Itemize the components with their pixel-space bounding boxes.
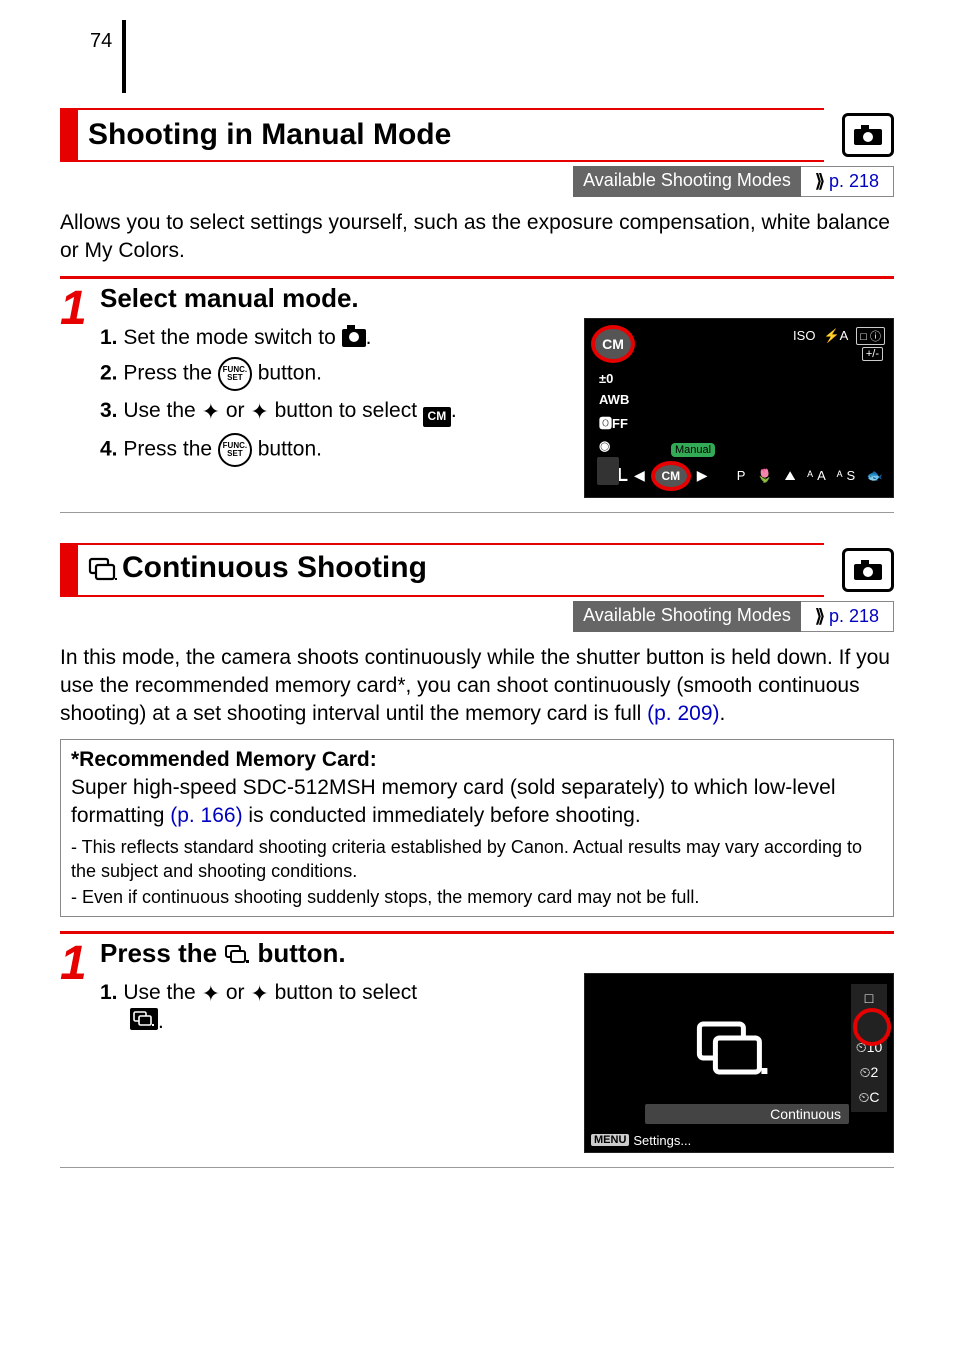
lcd-disp-icon: □ ⓘ (856, 327, 885, 345)
page-ref-link[interactable]: (p. 166) (170, 804, 242, 827)
lcd-om-row-highlight: CM (651, 461, 691, 491)
arrow-right-icon: ✦ (250, 399, 268, 424)
section2-intro: In this mode, the camera shoots continuo… (60, 644, 894, 729)
lcd-preview-continuous: □ ⏲10 ⏲2 ⏲C Continuous MENU Settings... (584, 973, 894, 1153)
available-modes-link[interactable]: ⟫ p. 218 (801, 166, 894, 197)
lcd-iso-icon: ISO (793, 328, 815, 343)
continuous-icon (88, 555, 118, 589)
lcd-om-highlight: CM (591, 325, 635, 363)
section-heading: Continuous Shooting (60, 543, 824, 597)
lcd-continuous-label: Continuous (645, 1104, 849, 1124)
lcd-metering-icon: ◉ (599, 438, 629, 454)
lcd-continuous-highlight (853, 1008, 891, 1046)
lcd-timerC-icon: ⏲C (858, 1089, 879, 1106)
recommended-card-box: *Recommended Memory Card: Super high-spe… (60, 739, 894, 917)
lcd-continuous-large-icon (693, 1018, 769, 1079)
lcd-awb-icon: AWB (599, 392, 629, 407)
available-modes-link[interactable]: ⟫ p. 218 (801, 601, 894, 632)
step-number: 1 (60, 938, 100, 988)
continuous-icon (224, 944, 250, 964)
lcd-manual-tooltip: Manual (671, 443, 715, 457)
lcd-preview-manual: CM ISO ⚡A □ ⓘ +/- ±0 AWB 🅾FF ◉ (584, 318, 894, 498)
om-mode-icon: CM (423, 407, 451, 427)
lcd-timer2-icon: ⏲2 (860, 1064, 879, 1081)
step-line-3: 3. Use the ✦ or ✦ button to select CM. (100, 397, 572, 427)
step1-title: Select manual mode. (100, 283, 359, 314)
lcd-drive-menu-column: □ ⏲10 ⏲2 ⏲C (851, 984, 887, 1112)
section2-title: Continuous Shooting (78, 551, 427, 589)
continuous-icon (130, 1008, 158, 1030)
step-number: 1 (60, 283, 100, 333)
section-heading: Shooting in Manual Mode (60, 108, 824, 162)
heading-accent (60, 110, 78, 160)
step-line-1: 1. Set the mode switch to . (100, 324, 572, 351)
lcd-off-icon: 🅾FF (599, 413, 629, 432)
footnote-2: - Even if continuous shooting suddenly s… (71, 885, 883, 909)
menu-pill-icon: MENU (591, 1134, 629, 1146)
func-set-button-icon: FUNC.SET (218, 433, 252, 467)
lcd-sd-icon (597, 457, 619, 485)
arrow-down-icon: ✦ (250, 981, 268, 1006)
page-ref-link[interactable]: (p. 209) (647, 702, 719, 725)
step-line-4: 4. Press the FUNC.SET button. (100, 433, 572, 467)
step-line-1: 1. Use the ✦ or ✦ button to select . (100, 979, 572, 1036)
arrow-up-icon: ✦ (202, 981, 220, 1006)
lcd-exp-icon: +/- (862, 347, 883, 361)
arrow-left-icon: ✦ (202, 399, 220, 424)
shooting-mode-icon (842, 548, 894, 592)
page-ref: p. 218 (829, 171, 879, 192)
lcd-flash-auto-icon: ⚡A (823, 328, 848, 344)
step-line-2: 2. Press the FUNC.SET button. (100, 357, 572, 391)
func-set-button-icon: FUNC.SET (218, 357, 252, 391)
lcd-menu-settings-hint: MENU Settings... (591, 1133, 691, 1148)
camera-icon (342, 329, 366, 347)
lcd-mode-row-icons: P 🌷 ⛰ ᴬA ᴬS 🐟 (714, 468, 887, 484)
chevron-double-icon: ⟫ (815, 606, 825, 627)
heading-accent (60, 545, 78, 595)
chevron-double-icon: ⟫ (815, 171, 825, 192)
footnote-1: - This reflects standard shooting criter… (71, 835, 883, 884)
camera-icon (853, 559, 883, 581)
camera-icon (853, 124, 883, 146)
lcd-expcomp-icon: ±0 (599, 371, 629, 386)
page-number: 74 (60, 20, 126, 93)
lcd-single-icon: □ (865, 990, 873, 1006)
page-ref: p. 218 (829, 606, 879, 627)
shooting-mode-icon (842, 113, 894, 157)
available-modes-label: Available Shooting Modes (573, 601, 801, 632)
step-title: Press the button. (100, 938, 346, 969)
section1-title: Shooting in Manual Mode (78, 118, 451, 152)
section1-intro: Allows you to select settings yourself, … (60, 209, 894, 266)
available-modes-label: Available Shooting Modes (573, 166, 801, 197)
